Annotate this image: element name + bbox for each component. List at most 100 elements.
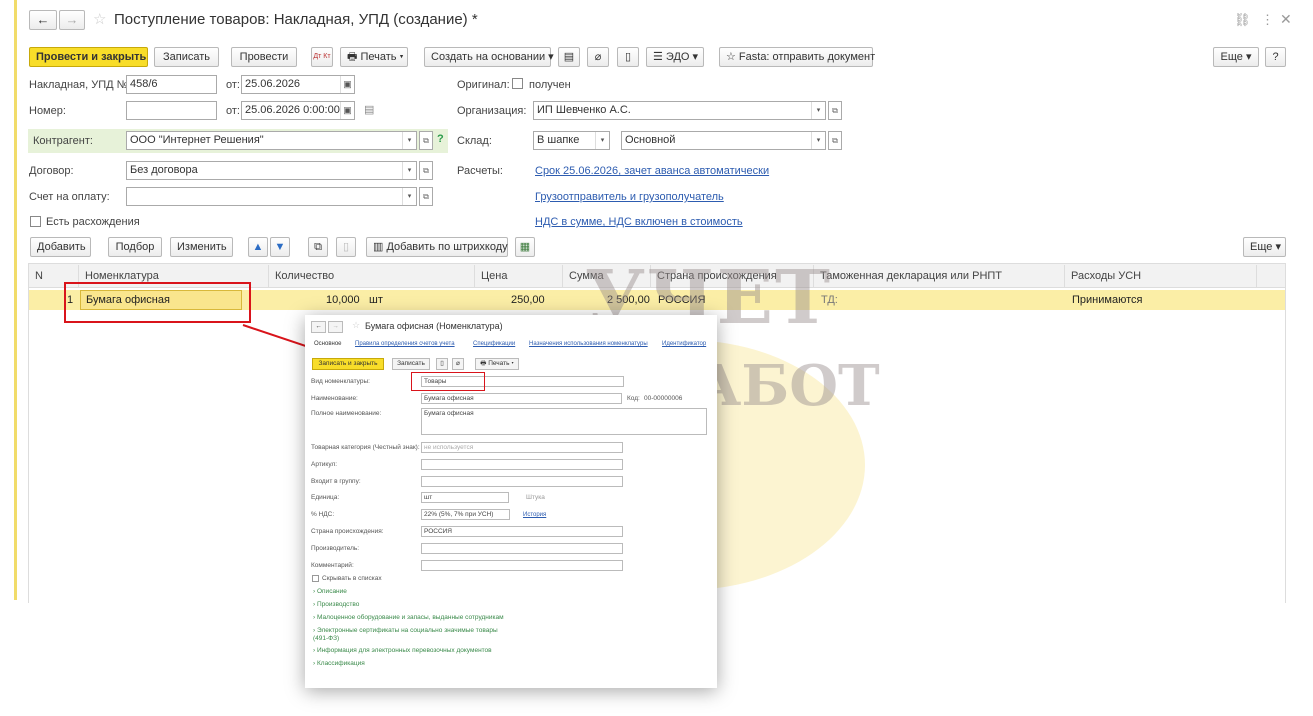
open-icon[interactable]: ⧉ xyxy=(828,101,842,120)
chevron-down-icon[interactable]: ▾ xyxy=(402,188,416,205)
save-button[interactable]: Записать xyxy=(154,47,219,67)
open-icon[interactable]: ⧉ xyxy=(419,161,433,180)
popup-document-icon[interactable]: ▯ xyxy=(436,358,448,370)
discrepancy-checkbox[interactable] xyxy=(30,216,41,227)
close-icon[interactable]: ✕ xyxy=(1280,11,1292,28)
more-icon[interactable]: ⋮ xyxy=(1261,12,1274,28)
popup-vat-history-link[interactable]: История xyxy=(523,511,546,519)
popup-category-input[interactable]: не используется xyxy=(421,442,623,453)
link-icon[interactable]: ⛓ xyxy=(1234,12,1251,28)
structure-icon[interactable]: ▤ xyxy=(558,47,580,67)
document-icon[interactable]: ▯ xyxy=(617,47,639,67)
chevron-down-icon[interactable]: ▾ xyxy=(811,132,825,149)
chevron-down-icon[interactable]: ▾ xyxy=(402,132,416,149)
excel-icon[interactable]: ▦ xyxy=(515,237,535,257)
warehouse-input[interactable]: Основной ▾ xyxy=(621,131,826,150)
move-down-icon[interactable]: ▼ xyxy=(270,237,290,257)
popup-star-icon[interactable]: ☆ xyxy=(352,320,360,331)
popup-tab-usage[interactable]: Назначения использования номенклатуры xyxy=(529,340,648,348)
invoice-number-input[interactable]: 458/6 xyxy=(126,75,217,94)
popup-section-classification[interactable]: › Классификация xyxy=(313,660,365,668)
back-button[interactable]: ← xyxy=(29,10,57,30)
selection-button[interactable]: Подбор xyxy=(108,237,162,257)
open-icon[interactable]: ⧉ xyxy=(419,131,433,150)
popup-print-button[interactable]: 🖶 Печать ▾ xyxy=(475,358,519,370)
move-up-icon[interactable]: ▲ xyxy=(248,237,268,257)
chevron-down-icon[interactable]: ▾ xyxy=(595,132,609,149)
comment-icon[interactable]: ▤ xyxy=(364,103,374,116)
popup-tab-specs[interactable]: Спецификации xyxy=(473,340,515,348)
invoice-date-input[interactable]: 25.06.2026 ▣ xyxy=(241,75,355,94)
open-icon[interactable]: ⧉ xyxy=(828,131,842,150)
popup-section-description[interactable]: › Описание xyxy=(313,588,347,596)
col-usn[interactable]: Расходы УСН xyxy=(1065,265,1257,287)
popup-section-production[interactable]: › Производство xyxy=(313,601,359,609)
popup-tab-accounts[interactable]: Правила определения счетов учета xyxy=(355,340,455,348)
add-by-barcode-button[interactable]: ▥ Добавить по штрихкоду xyxy=(366,237,508,257)
payment-invoice-input[interactable]: ▾ xyxy=(126,187,417,206)
popup-maker-input[interactable] xyxy=(421,543,623,554)
barcode-icon: ▥ xyxy=(373,241,387,253)
popup-section-description-label: Описание xyxy=(316,588,347,595)
dtkt-button[interactable]: Дт Кт xyxy=(311,47,333,67)
change-button[interactable]: Изменить xyxy=(170,237,233,257)
warehouse-mode-select[interactable]: В шапке ▾ xyxy=(533,131,610,150)
popup-comment-input[interactable] xyxy=(421,560,623,571)
forward-button[interactable]: → xyxy=(59,10,85,30)
post-button[interactable]: Провести xyxy=(231,47,297,67)
chevron-down-icon[interactable]: ▾ xyxy=(811,102,825,119)
edo-button[interactable]: ☰ ЭДО ▾ xyxy=(646,47,704,67)
col-sum[interactable]: Сумма xyxy=(563,265,651,287)
help-button[interactable]: ? xyxy=(1265,47,1286,67)
organization-input[interactable]: ИП Шевченко А.С. ▾ xyxy=(533,101,826,120)
popup-group-input[interactable] xyxy=(421,476,623,487)
popup-unit-input[interactable]: шт xyxy=(421,492,509,503)
table-more-button[interactable]: Еще ▾ xyxy=(1243,237,1286,257)
col-customs[interactable]: Таможенная декларация или РНПТ xyxy=(814,265,1065,287)
popup-name-input[interactable]: Бумага офисная xyxy=(421,393,622,404)
popup-back-button[interactable]: ← xyxy=(311,321,326,333)
popup-save-close-button[interactable]: Записать и закрыть xyxy=(312,358,384,370)
shipper-consignee-link[interactable]: Грузоотправитель и грузополучатель xyxy=(535,190,724,204)
popup-section-certificates[interactable]: › Электронные сертификаты на социально з… xyxy=(313,627,513,643)
settlements-link[interactable]: Срок 25.06.2026, зачет аванса автоматиче… xyxy=(535,164,769,178)
popup-section-equipment[interactable]: › Малоценное оборудование и запасы, выда… xyxy=(313,614,504,622)
print-button[interactable]: 🖶 Печать ▾ xyxy=(340,47,408,67)
col-qty[interactable]: Количество xyxy=(269,265,475,287)
popup-country-input[interactable]: РОССИЯ xyxy=(421,526,623,537)
popup-maker-label: Производитель: xyxy=(311,545,360,552)
create-based-on-button[interactable]: Создать на основании ▾ xyxy=(424,47,554,67)
fasta-send-button[interactable]: ☆ Fasta: отправить документ xyxy=(719,47,875,67)
paste-icon[interactable]: ▯ xyxy=(336,237,356,257)
calendar-icon[interactable]: ▣ xyxy=(340,102,354,119)
popup-save-button[interactable]: Записать xyxy=(392,358,430,370)
popup-fullname-input[interactable]: Бумага офисная xyxy=(421,408,707,435)
chevron-down-icon[interactable]: ▾ xyxy=(402,162,416,179)
popup-attachment-icon[interactable]: ⌀ xyxy=(452,358,464,370)
more-button[interactable]: Еще ▾ xyxy=(1213,47,1259,67)
popup-forward-button[interactable]: → xyxy=(328,321,343,333)
post-and-close-button[interactable]: Провести и закрыть xyxy=(29,47,148,67)
add-row-button[interactable]: Добавить xyxy=(30,237,91,257)
popup-tab-id[interactable]: Идентификатор xyxy=(662,340,706,348)
number-input[interactable] xyxy=(126,101,217,120)
open-icon[interactable]: ⧉ xyxy=(419,187,433,206)
favorite-star-icon[interactable]: ☆ xyxy=(93,10,106,28)
popup-vat-input[interactable]: 22% (5%, 7% при УСН) xyxy=(421,509,510,520)
popup-tab-main[interactable]: Основное xyxy=(314,340,342,348)
attachment-icon[interactable]: ⌀ xyxy=(587,47,609,67)
col-country[interactable]: Страна происхождения xyxy=(651,265,814,287)
calendar-icon[interactable]: ▣ xyxy=(340,76,354,93)
help-icon[interactable]: ? xyxy=(437,133,444,145)
vat-mode-link[interactable]: НДС в сумме, НДС включен в стоимость xyxy=(535,215,743,229)
number-date-value: 25.06.2026 0:00:00 xyxy=(245,104,340,116)
contract-input[interactable]: Без договора ▾ xyxy=(126,161,417,180)
popup-section-transport[interactable]: › Информация для электронных перевозочны… xyxy=(313,647,492,655)
number-date-input[interactable]: 25.06.2026 0:00:00 ▣ xyxy=(241,101,355,120)
original-received-checkbox[interactable] xyxy=(512,78,523,89)
contractor-input[interactable]: ООО "Интернет Решения" ▾ xyxy=(126,131,417,150)
popup-article-input[interactable] xyxy=(421,459,623,470)
popup-hide-checkbox[interactable] xyxy=(312,575,319,582)
copy-icon[interactable]: ⧉ xyxy=(308,237,328,257)
col-price[interactable]: Цена xyxy=(475,265,563,287)
